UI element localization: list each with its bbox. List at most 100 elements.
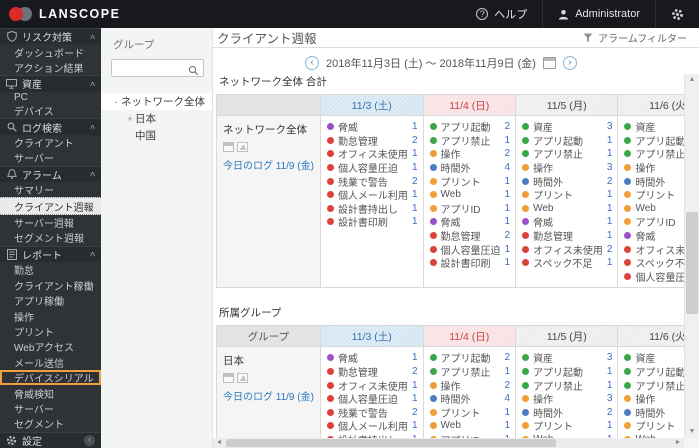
sidebar-item-print[interactable]: プリント (0, 324, 101, 339)
settings-menu-button[interactable] (655, 0, 699, 28)
sidebar-section-alarm[interactable]: アラーム ∧ (0, 165, 101, 183)
alarm-count: 1 (606, 379, 613, 391)
alarm-count: 3 (606, 162, 613, 174)
day-column-header: 11/4 (日) (422, 94, 517, 116)
alarm-count: 3 (606, 393, 613, 405)
horizontal-scroll-thumb[interactable] (226, 439, 556, 447)
alarm-count: 1 (504, 202, 511, 214)
tree-node-label: ネットワーク全体 (121, 96, 205, 108)
sidebar-item-app-utilization[interactable]: アプリ稼働 (0, 293, 101, 308)
sidebar-item-mail-send[interactable]: メール送信 (0, 355, 101, 370)
alarm-type-dot-icon (429, 354, 437, 362)
scroll-down-arrow-icon[interactable]: ▼ (685, 426, 699, 438)
alarm-entry: 脅威 1 (326, 351, 418, 365)
tree-node-ネットワーク全体[interactable]: - ネットワーク全体 (101, 93, 212, 110)
alarm-entry: プリント 1 (522, 188, 612, 202)
sidebar-item-device-serial[interactable]: デバイスシリアル (0, 370, 101, 385)
weekly-report-table: 11/3 (土)11/4 (日)11/5 (月)11/6 (火)11/7 (水)… (216, 94, 684, 289)
sidebar-item-device[interactable]: デバイス (0, 103, 101, 118)
sidebar-item-dashboard[interactable]: ダッシュボード (0, 44, 101, 60)
today-log-link[interactable]: 今日のログ 11/9 (金) (223, 161, 314, 172)
alarm-name: アプリ起動 (533, 368, 584, 379)
alarm-name: アプリ禁止 (440, 136, 491, 148)
alarm-name: 個人容量圧迫 (337, 164, 398, 175)
alarm-type-dot-icon (624, 123, 632, 131)
calendar-icon[interactable] (542, 57, 556, 69)
calendar-view-icon[interactable] (223, 373, 234, 384)
alarm-entry: スペック不足 1 (522, 256, 612, 270)
sidebar-section-risk[interactable]: リスク対策 ∧ (0, 28, 101, 45)
alarm-name: 設計書印刷 (440, 259, 491, 270)
sidebar-item-server-report[interactable]: サーバー (0, 401, 101, 416)
alarm-name: 時間外 (440, 395, 471, 406)
sidebar-collapse-badge[interactable]: ‹ (84, 434, 95, 446)
sidebar-item-pc[interactable]: PC (0, 92, 101, 103)
alarm-type-dot-icon (624, 164, 632, 172)
vertical-scroll-thumb[interactable] (686, 212, 698, 315)
sidebar-section-log-search[interactable]: ログ検索 ∧ (0, 118, 101, 135)
sidebar-item-label: メール送信 (14, 358, 64, 370)
sidebar-section-report[interactable]: レポート ∧ (0, 245, 101, 263)
alarm-type-dot-icon (326, 422, 334, 430)
alarm-entry: 個人容量圧迫 1 (326, 392, 418, 406)
sidebar-item-segment-report[interactable]: セグメント (0, 416, 101, 431)
next-week-button[interactable]: › (562, 56, 577, 70)
gear-icon (672, 8, 683, 20)
tree-expander-icon[interactable]: + (125, 114, 135, 124)
scroll-up-arrow-icon[interactable]: ▲ (685, 74, 699, 86)
alarm-entry: 操作 2 (429, 147, 510, 161)
sidebar-item-client-weekly[interactable]: クライアント週報 (0, 197, 101, 215)
sidebar-item-client-utilization[interactable]: クライアント稼働 (0, 278, 101, 293)
alarm-type-dot-icon (624, 395, 632, 403)
alarm-name: 操作 (635, 395, 656, 406)
sidebar-item-client[interactable]: クライアント (0, 135, 101, 150)
horizontal-scrollbar[interactable]: ◄ ► (213, 438, 684, 448)
user-menu[interactable]: Administrator (542, 0, 655, 28)
alarm-name: 勤怠管理 (440, 232, 481, 243)
alarm-entry: 時間外 4 (429, 392, 510, 406)
sidebar-item-summary[interactable]: サマリー (0, 182, 101, 197)
sidebar-item-attendance[interactable]: 勤怠 (0, 262, 101, 277)
monitor-icon (6, 78, 17, 89)
alarm-filter-button[interactable]: アラームフィルター (583, 30, 687, 45)
sidebar-item-segment-weekly[interactable]: セグメント週報 (0, 230, 101, 245)
sidebar-section-settings[interactable]: 設定 ‹ (0, 431, 101, 448)
scroll-left-arrow-icon[interactable]: ◄ (213, 438, 225, 448)
prev-week-button[interactable]: ‹ (305, 56, 320, 70)
alarm-type-dot-icon (624, 218, 632, 226)
sidebar-item-server[interactable]: サーバー (0, 150, 101, 165)
alarm-type-dot-icon (624, 368, 632, 376)
sidebar-item-action-results[interactable]: アクション結果 (0, 60, 101, 75)
alarm-entry: Web 1 (522, 202, 612, 216)
tree-node-中国[interactable]: 中国 (101, 127, 212, 144)
sidebar-item-operation[interactable]: 操作 (0, 308, 101, 324)
tree-expander-icon[interactable]: - (111, 97, 121, 107)
alarm-count: 1 (504, 175, 511, 187)
scroll-right-arrow-icon[interactable]: ► (672, 438, 684, 448)
alarm-entry: アプリID3 (624, 215, 684, 229)
alarm-entry: 脅威 1 (326, 120, 418, 134)
user-view-icon[interactable] (237, 142, 248, 152)
alarm-count: 3 (606, 352, 613, 364)
calendar-view-icon[interactable] (223, 142, 234, 152)
alarm-count: 1 (504, 243, 511, 255)
tree-node-日本[interactable]: + 日本 (101, 110, 212, 127)
today-log-link[interactable]: 今日のログ 11/9 (金) (223, 392, 314, 403)
sidebar-section-assets[interactable]: 資産 ∧ (0, 75, 101, 92)
alarm-count: 2 (411, 175, 418, 187)
user-view-icon[interactable] (237, 373, 248, 384)
alarm-name: 勤怠管理 (533, 232, 574, 243)
alarm-name: プリント (440, 408, 481, 420)
sidebar-item-web-access[interactable]: Webアクセス (0, 339, 101, 354)
sidebar-item-threat-detection[interactable]: 脅威検知 (0, 385, 101, 401)
alarm-name: 設計書印刷 (337, 218, 388, 229)
sidebar-item-server-weekly[interactable]: サーバー週報 (0, 215, 101, 230)
help-button[interactable]: ? ヘルプ (461, 0, 542, 28)
alarm-count: 1 (504, 257, 511, 269)
gear-icon (6, 435, 17, 446)
alarm-name: オフィス未使用 (533, 245, 603, 256)
vertical-scrollbar[interactable]: ▲ ▼ (684, 74, 699, 438)
alarm-name: プリント (533, 191, 574, 202)
alarm-entry: 勤怠管理 1 (522, 229, 612, 243)
filter-icon (583, 33, 593, 42)
